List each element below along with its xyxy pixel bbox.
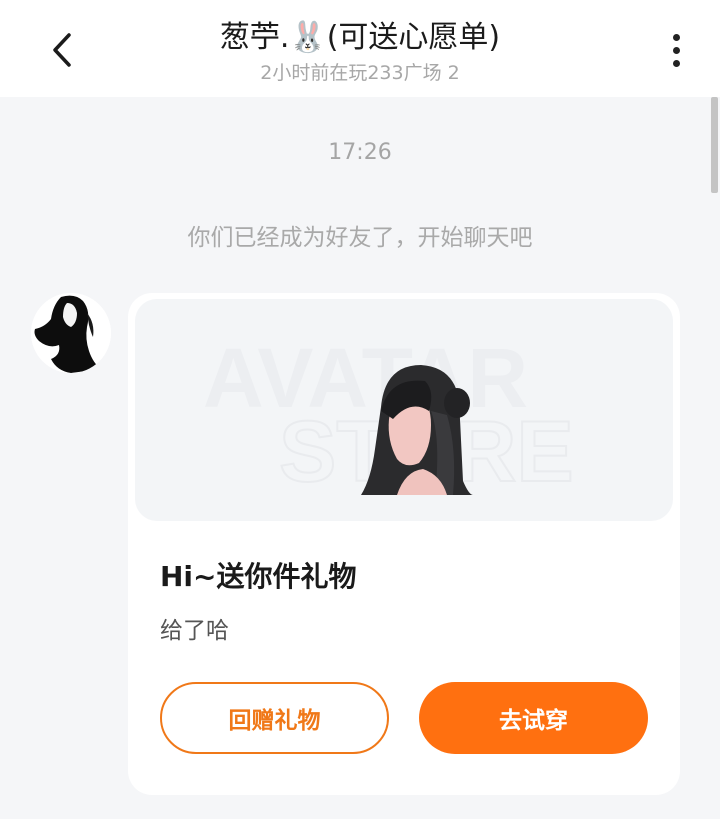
sender-avatar[interactable]	[31, 293, 111, 373]
avatar-image	[31, 293, 111, 373]
back-button[interactable]	[40, 28, 84, 72]
message-timestamp: 17:26	[328, 140, 392, 165]
online-status: 2小时前在玩233广场 2	[260, 62, 460, 84]
chat-header: 葱苧.🐰(可送心愿单) 2小时前在玩233广场 2	[0, 0, 720, 97]
gift-card[interactable]: AVATAR STORE Hi~送你件礼物 给了哈 回赠礼物 去试穿	[128, 293, 680, 795]
try-on-button[interactable]: 去试穿	[419, 682, 648, 754]
avatar-store-preview: AVATAR STORE	[203, 331, 575, 501]
more-options-button[interactable]	[656, 28, 696, 72]
chat-title: 葱苧.🐰(可送心愿单)	[219, 20, 501, 55]
gift-preview-image[interactable]: AVATAR STORE	[135, 299, 673, 521]
gift-card-description: 给了哈	[160, 618, 229, 644]
return-gift-button[interactable]: 回赠礼物	[160, 682, 389, 754]
chat-title-block: 葱苧.🐰(可送心愿单) 2小时前在玩233广场 2	[120, 18, 600, 86]
system-message: 你们已经成为好友了，开始聊天吧	[187, 225, 533, 251]
more-vertical-icon	[672, 33, 680, 41]
chevron-left-icon	[53, 33, 71, 67]
gift-card-title: Hi~送你件礼物	[160, 560, 357, 593]
